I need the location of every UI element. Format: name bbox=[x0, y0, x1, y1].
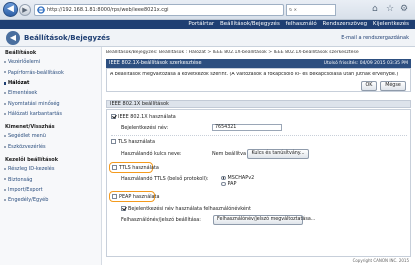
key-certificate-button[interactable]: Kulcs és tanúsítvány... bbox=[247, 149, 309, 159]
sidebar-item-saves[interactable]: Elmentések bbox=[0, 88, 101, 98]
last-update: Utolsó frissítés: 04/09 2015 03:35 PM bbox=[323, 61, 408, 66]
cancel-button[interactable]: Mégse bbox=[380, 81, 406, 91]
forward-button[interactable]: ▶ bbox=[19, 4, 31, 16]
sidebar-item-maintenance[interactable]: Hálózati karbantartás bbox=[0, 109, 101, 119]
key-name-value: Nem beállítva bbox=[212, 151, 246, 157]
mschapv2-radio[interactable] bbox=[221, 175, 226, 180]
login-name-label: Bejelentkezési név: bbox=[121, 125, 169, 131]
section-title: IEEE 802.1X-beállítások szerkesztése bbox=[109, 60, 202, 66]
footer-copyright: Copyright CANON INC. 2015 bbox=[352, 258, 409, 263]
use-8021x-row[interactable]: IEEE 802.1X használata bbox=[111, 114, 176, 120]
address-tools[interactable]: ↻ ✕ bbox=[286, 4, 336, 16]
refresh-icon[interactable]: ↻ ✕ bbox=[289, 7, 297, 12]
notice-text: A beállítások megváltozása a következők … bbox=[110, 72, 399, 77]
sidebar-item-print-quality[interactable]: Nyomtatási minőség bbox=[0, 99, 101, 109]
use-8021x-label: IEEE 802.1X használata bbox=[118, 114, 176, 120]
header-portal[interactable]: Portálrtar bbox=[188, 21, 214, 27]
peap-label: PEAP használata bbox=[119, 194, 160, 200]
page-title: Beállítások/Bejegyzés bbox=[24, 34, 111, 42]
mail-link[interactable]: E-mail a rendszergazdának bbox=[341, 35, 409, 41]
sidebar-item-import-export[interactable]: Import/Export bbox=[0, 185, 101, 195]
app-header: Portálrtar Beállítások/Bejegyzés felhasz… bbox=[0, 20, 415, 29]
login-name-input[interactable]: 7654321 bbox=[212, 124, 282, 131]
sidebar-item-license[interactable]: Engedély/Egyéb bbox=[0, 195, 101, 205]
sidebar-item-network[interactable]: Hálózat bbox=[0, 78, 101, 88]
ttls-protocol-label: Használandó TTLS (belső protokoll): bbox=[121, 176, 209, 182]
sidebar-section-admin: Kezelői beállítások bbox=[5, 157, 59, 163]
ttls-row[interactable]: TTLS használata bbox=[112, 165, 159, 171]
tls-row[interactable]: TLS használata bbox=[111, 139, 155, 145]
sidebar-section-output: Kimenet/Visszhás bbox=[5, 124, 55, 131]
sidebar-item-controls[interactable]: Vezérlőelemi bbox=[0, 57, 101, 67]
sidebar-item-device-control[interactable]: Eszközvezérlés bbox=[0, 142, 101, 152]
sidebar-item-security[interactable]: Biztonság bbox=[0, 174, 101, 184]
auth-name-label: Bejelentkezési név használata felhasznál… bbox=[128, 206, 251, 212]
subsection-header: IEEE 802.1X beállítások bbox=[106, 100, 411, 108]
auth-name-checkbox[interactable] bbox=[121, 206, 126, 211]
sidebar-item-help[interactable]: Segédlet menü bbox=[0, 131, 101, 141]
address-bar[interactable]: http://192.168.1.81:8000/rps/web/ieee802… bbox=[34, 4, 284, 16]
title-bar: ◀ Beállítások/Bejegyzés E-mail a rendsze… bbox=[0, 29, 415, 47]
favorites-icon[interactable]: ☆ bbox=[386, 5, 396, 14]
header-tab-3[interactable]: Rendszerszöveg bbox=[323, 21, 368, 27]
tls-checkbox[interactable] bbox=[111, 139, 116, 144]
settings-panel: IEEE 802.1X használata Bejelentkezési né… bbox=[106, 109, 411, 257]
header-tab-0[interactable]: Beállítások/Bejegyzés bbox=[220, 21, 280, 27]
home-icon[interactable]: ⌂ bbox=[372, 5, 382, 14]
ttls-checkbox[interactable] bbox=[112, 165, 117, 170]
sidebar-item-paper[interactable]: Papírforrás-beállítások bbox=[0, 67, 101, 77]
tls-label: TLS használata bbox=[118, 139, 155, 145]
sidebar-item-dept-id[interactable]: Részleg ID-kezelés bbox=[0, 164, 101, 174]
sidebar: Beállítások Vezérlőelemi Papírforrás-beá… bbox=[0, 47, 102, 265]
ttls-label: TTLS használata bbox=[119, 165, 159, 171]
peap-checkbox[interactable] bbox=[112, 194, 117, 199]
divider bbox=[111, 135, 407, 136]
peap-row[interactable]: PEAP használata bbox=[112, 194, 159, 200]
ok-button[interactable]: OK bbox=[361, 81, 377, 91]
header-tab-4[interactable]: Kijelentkezés bbox=[373, 21, 409, 27]
breadcrumb: Beállítások/Bejegyzés: Beállítások : Hál… bbox=[106, 50, 359, 55]
use-8021x-checkbox[interactable] bbox=[111, 114, 116, 119]
pap-radio[interactable] bbox=[221, 181, 226, 186]
key-name-label: Használandó kulcs neve: bbox=[121, 151, 182, 157]
back-circle-icon[interactable]: ◀ bbox=[6, 31, 20, 45]
main-content: Beállítások/Bejegyzés: Beállítások : Hál… bbox=[106, 47, 411, 265]
gear-icon[interactable]: ⚙ bbox=[400, 5, 410, 14]
browser-toolbar: ◀ ▶ http://192.168.1.81:8000/rps/web/iee… bbox=[0, 0, 415, 20]
auth-name-row[interactable]: Bejelentkezési név használata felhasznál… bbox=[121, 206, 251, 212]
change-user-password-button[interactable]: Felhasználónév/jelszó megváltoztatása... bbox=[213, 215, 315, 225]
header-tab-2[interactable]: felhasználó bbox=[286, 21, 317, 27]
section-title-bar: IEEE 802.1X-beállítások szerkesztése Uto… bbox=[106, 59, 411, 68]
ttls-option-pap[interactable]: PAP bbox=[221, 181, 236, 187]
back-button[interactable]: ◀ bbox=[3, 2, 18, 17]
sidebar-section-settings: Beállítások bbox=[5, 50, 37, 56]
url-text: http://192.168.1.81:8000/rps/web/ieee802… bbox=[47, 7, 169, 13]
user-password-label: Felhasználónév/jelszó beállítása: bbox=[121, 217, 201, 223]
notice-box: A beállítások megváltozása a következők … bbox=[106, 68, 411, 92]
pap-label: PAP bbox=[227, 181, 237, 187]
browser-ie-icon bbox=[37, 6, 45, 14]
